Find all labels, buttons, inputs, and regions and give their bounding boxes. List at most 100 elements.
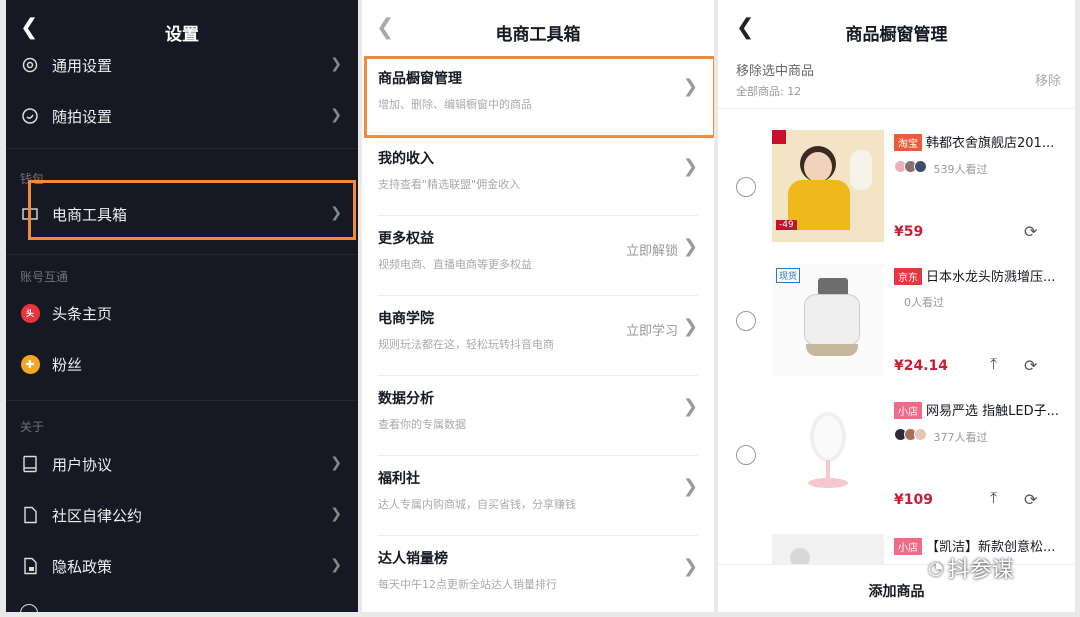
product-thumbnail: [772, 398, 884, 510]
select-radio[interactable]: [736, 311, 756, 331]
settings-item-community[interactable]: 社区自律公约 ❯: [6, 492, 358, 538]
settings-item-label: 社区自律公约: [52, 506, 143, 525]
product-row[interactable]: 小店 网易严选 指触LED子... 377人看过 ¥109 ⤒ ⟳: [718, 386, 1075, 521]
toutiao-icon: 头: [20, 303, 40, 323]
divider: [6, 400, 358, 401]
item-subtitle: 达人专属内购商城，自买省钱，分享赚钱: [378, 498, 576, 511]
settings-item-fans[interactable]: ✚ 粉丝: [6, 341, 358, 387]
platform-tag: 淘宝: [894, 134, 922, 151]
avatar: [914, 160, 927, 173]
divider: [6, 148, 358, 149]
view-count: 377人看过: [933, 431, 988, 444]
chevron-right-icon: ❯: [330, 455, 342, 471]
toolbox-item-welfare[interactable]: 福利社 达人专属内购商城，自买省钱，分享赚钱 ❯: [378, 456, 698, 536]
highlight-box: [364, 56, 714, 138]
screenshot-collage: ❮ 设置 通用设置 ❯ 随拍设置 ❯ 钱包 电商工具箱 ❯ 账号互通 头 头条主…: [0, 0, 1080, 617]
item-title: 福利社: [378, 471, 420, 487]
section-label: 关于: [20, 420, 45, 434]
settings-item-privacy[interactable]: 隐私政策 ❯: [6, 543, 358, 589]
item-title: 我的收入: [378, 151, 434, 167]
product-title: 韩都衣舍旗舰店201...: [926, 136, 1055, 151]
viewer-avatars: [894, 160, 927, 176]
view-count: 0人看过: [904, 296, 944, 309]
watermark: ◔ 抖参谋: [928, 552, 1014, 584]
settings-item-label: 头条主页: [52, 304, 113, 323]
item-title: 更多权益: [378, 231, 434, 247]
watermark-text: 抖参谋: [947, 558, 1014, 583]
item-title: 达人销量榜: [378, 551, 448, 567]
remove-selected-label: 移除选中商品: [736, 64, 815, 79]
platform-tag: 京东: [894, 268, 922, 285]
lock-document-icon: [20, 556, 40, 576]
remove-button[interactable]: 移除: [1035, 70, 1061, 89]
product-title: 网易严选 指触LED子...: [926, 404, 1059, 419]
chevron-right-icon: ❯: [682, 316, 698, 337]
avatar: [914, 428, 927, 441]
views-row: 377人看过: [894, 428, 988, 445]
fans-icon: ✚: [20, 354, 40, 374]
thumb-tag: -49: [776, 220, 797, 230]
pin-top-icon[interactable]: ⤒: [990, 354, 997, 374]
faucet-body-shape: [804, 294, 860, 346]
highlight-box: [28, 180, 356, 240]
toolbox-item-income[interactable]: 我的收入 支持查看"精选联盟"佣金收入 ❯: [378, 136, 698, 216]
face-shape: [804, 152, 832, 182]
settings-item-label: 用户协议: [52, 455, 113, 474]
page-title: 商品橱窗管理: [845, 25, 948, 45]
item-title: 电商学院: [378, 311, 434, 327]
add-product-button[interactable]: 添加商品: [718, 581, 1075, 601]
viewer-avatars: [894, 428, 927, 444]
chevron-right-icon: ❯: [682, 476, 698, 497]
platform-tag: 小店: [894, 402, 922, 419]
product-price: ¥59: [894, 224, 924, 240]
settings-item-user-agreement[interactable]: 用户协议 ❯: [6, 441, 358, 487]
product-thumbnail: -49: [772, 130, 884, 242]
ecommerce-toolbox-screen: ❮ 电商工具箱 商品橱窗管理 增加、删除、编辑橱窗中的商品 ❯ 我的收入 支持查…: [362, 0, 714, 612]
item-subtitle: 每天中午12点更新全站达人销量排行: [378, 578, 557, 591]
settings-screen: ❮ 设置 通用设置 ❯ 随拍设置 ❯ 钱包 电商工具箱 ❯ 账号互通 头 头条主…: [6, 0, 358, 612]
settings-item-label: 随拍设置: [52, 107, 113, 126]
refresh-icon[interactable]: ⟳: [1024, 356, 1037, 375]
toolbox-item-more-rights[interactable]: 更多权益 视频电商、直播电商等更多权益 立即解锁 ❯: [378, 216, 698, 296]
product-row[interactable]: -49 淘宝 韩都衣舍旗舰店201... 539人看过 ¥59 ⟳: [718, 118, 1075, 253]
product-price: ¥109: [894, 492, 933, 508]
product-row[interactable]: 现货 京东 日本水龙头防溅增压... 0人看过 ¥24.14 ⤒ ⟳: [718, 252, 1075, 387]
view-count: 539人看过: [933, 163, 988, 176]
item-subtitle: 支持查看"精选联盟"佣金收入: [378, 178, 521, 191]
product-count: 全部商品: 12: [736, 85, 802, 98]
settings-item-general[interactable]: 通用设置 ❯: [6, 42, 358, 88]
settings-item-toutiao[interactable]: 头 头条主页: [6, 290, 358, 336]
shirt-shape: [788, 180, 850, 230]
select-radio[interactable]: [736, 177, 756, 197]
bottom-bar: 添加商品: [718, 564, 1075, 612]
chevron-right-icon: ❯: [682, 156, 698, 177]
faucet-base-shape: [806, 344, 858, 356]
settings-item-shoot[interactable]: 随拍设置 ❯: [6, 93, 358, 139]
platform-tag: 小店: [894, 538, 922, 555]
toolbox-item-academy[interactable]: 电商学院 规则玩法都在这，轻松玩转抖音电商 立即学习 ❯: [378, 296, 698, 376]
camera-icon: [20, 106, 40, 126]
item-subtitle: 查看你的专属数据: [378, 418, 466, 431]
pin-top-icon[interactable]: ⤒: [990, 488, 997, 508]
toolbox-item-analytics[interactable]: 数据分析 查看你的专属数据 ❯: [378, 376, 698, 456]
gear-icon: [20, 55, 40, 75]
book-icon: [20, 454, 40, 474]
views-row: 539人看过: [894, 160, 988, 177]
select-radio[interactable]: [736, 445, 756, 465]
page-title: 电商工具箱: [495, 25, 581, 45]
divider: [6, 254, 358, 255]
toolbox-item-ranking[interactable]: 达人销量榜 每天中午12点更新全站达人销量排行 ❯: [378, 536, 698, 612]
unlock-link[interactable]: 立即解锁: [626, 240, 678, 259]
chevron-right-icon: ❯: [682, 236, 698, 257]
learn-link[interactable]: 立即学习: [626, 320, 678, 339]
refresh-icon[interactable]: ⟳: [1024, 222, 1037, 241]
refresh-icon[interactable]: ⟳: [1024, 490, 1037, 509]
settings-item-label: 隐私政策: [52, 557, 113, 576]
chevron-right-icon: ❯: [330, 557, 342, 573]
mirror-stand-shape: [826, 460, 830, 480]
chevron-right-icon: ❯: [330, 107, 342, 123]
settings-item-label: 粉丝: [52, 355, 83, 374]
partial-row-icon: [20, 604, 38, 612]
showcase-management-screen: ❮ 商品橱窗管理 移除选中商品 全部商品: 12 移除 -49 淘宝 韩都衣舍旗…: [718, 0, 1075, 612]
thumb-tag: 现货: [776, 268, 801, 283]
